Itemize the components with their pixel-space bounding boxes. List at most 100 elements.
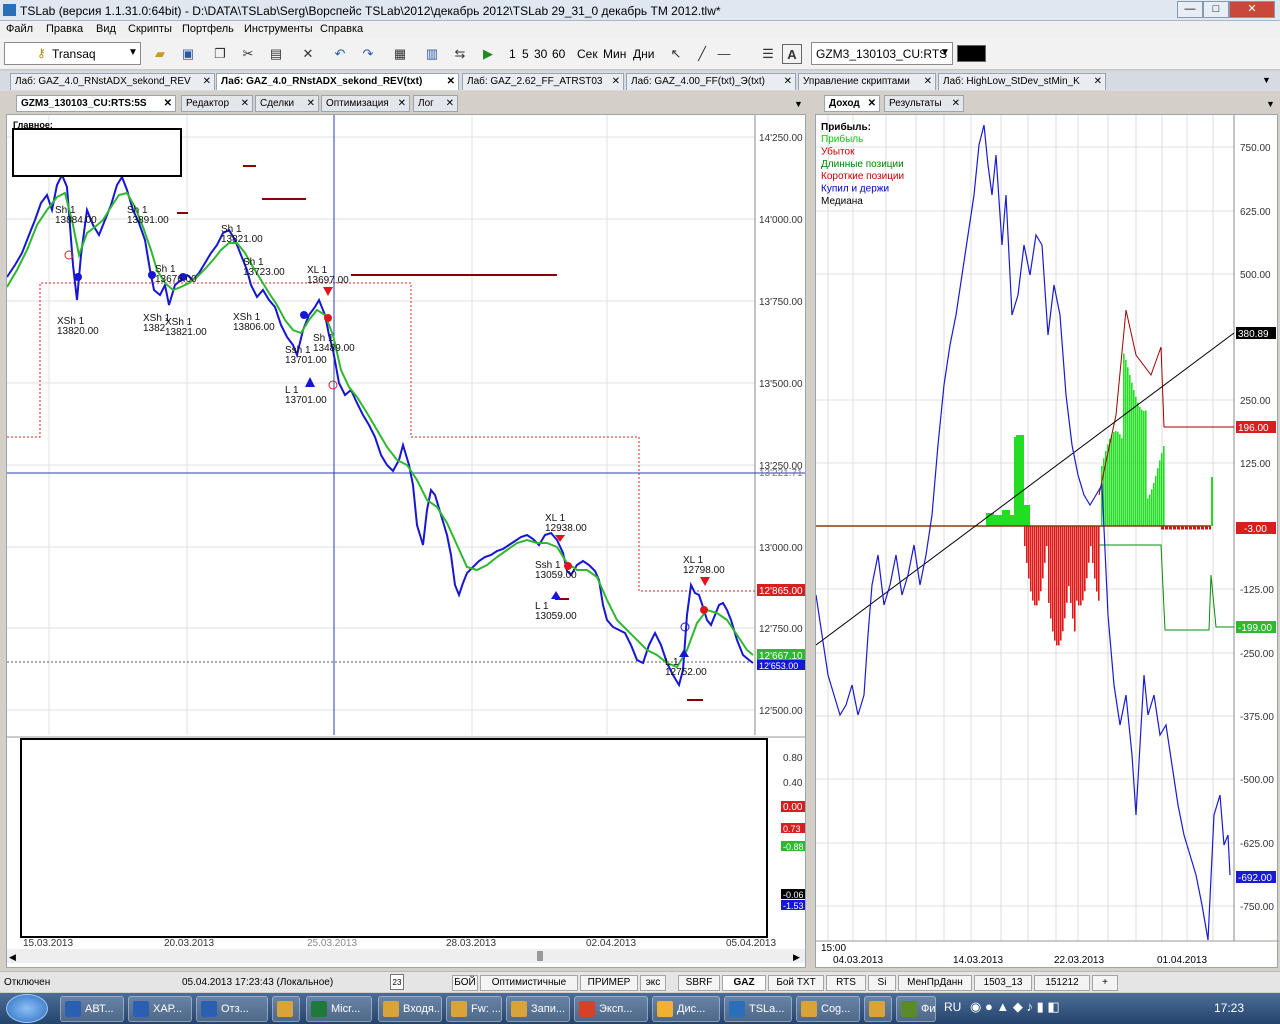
hline-tool-icon[interactable]: — (714, 44, 734, 64)
close-icon[interactable]: ✕ (868, 98, 876, 109)
interval-60[interactable]: 60 (552, 47, 565, 61)
taskbar-item[interactable] (272, 996, 300, 1022)
redo-icon[interactable]: ↷ (358, 44, 378, 64)
close-icon[interactable]: ✕ (612, 76, 620, 87)
close-icon[interactable]: ✕ (203, 76, 211, 87)
chart-icon[interactable]: ▥ (422, 44, 442, 64)
play-icon[interactable]: ▶ (478, 44, 498, 64)
instrument-select[interactable]: GZM3_130103_CU:RTS ▼ (811, 42, 953, 65)
interval-5[interactable]: 5 (522, 47, 529, 61)
taskbar-item[interactable]: Эксп... (574, 996, 648, 1022)
tab-income[interactable]: Доход ✕ (824, 95, 880, 112)
minimize-button[interactable]: — (1177, 1, 1203, 18)
taskbar-item[interactable]: Fw: ... (446, 996, 502, 1022)
price-chart-panel[interactable]: Главное: 14'250.00 14'000.00 13'750.00 13'5… (6, 114, 806, 968)
doc-tab-5[interactable]: Управление скриптами ✕ (798, 73, 936, 90)
sheet-tab[interactable]: GAZ (722, 975, 766, 991)
language-indicator[interactable]: RU (944, 1000, 961, 1014)
sheet-tab[interactable]: экс (640, 975, 666, 991)
sheet-tab[interactable]: 1503_13 (974, 975, 1032, 991)
sheet-tab[interactable]: ПРИМЕР (580, 975, 638, 991)
tab-optimization[interactable]: Оптимизация ✕ (321, 95, 410, 112)
sheet-tab[interactable]: + (1092, 975, 1118, 991)
calculator-icon[interactable]: ▦ (390, 44, 410, 64)
doc-tab-6[interactable]: Лаб: HighLow_StDev_stMin_K ✕ (938, 73, 1106, 90)
interval-30[interactable]: 30 (534, 47, 547, 61)
sheet-tab[interactable]: 151212 (1034, 975, 1090, 991)
copy-icon[interactable]: ❐ (210, 44, 230, 64)
list-icon[interactable]: ☰ (758, 44, 778, 64)
tab-log[interactable]: Лог ✕ (413, 95, 458, 112)
close-icon[interactable]: ✕ (241, 98, 249, 109)
price-chart[interactable]: Главное: 14'250.0014'000.0013'750.0013'5… (6, 115, 807, 969)
sheet-tab[interactable]: Оптимистичные (480, 975, 578, 991)
save-icon[interactable]: ▣ (178, 44, 198, 64)
doc-tab-3[interactable]: Лаб: GAZ_2.62_FF_ATRST03 ✕ (462, 73, 624, 90)
close-icon[interactable]: ✕ (1094, 76, 1102, 87)
taskbar-item[interactable]: Отз... (196, 996, 268, 1022)
delete-icon[interactable]: ✕ (298, 44, 318, 64)
close-button[interactable]: ✕ (1229, 1, 1275, 18)
taskbar-item[interactable] (864, 996, 892, 1022)
menu-portfolio[interactable]: Портфель (182, 23, 234, 35)
horizontal-scrollbar[interactable] (7, 949, 805, 963)
sheet-tab[interactable]: Бой TXT (768, 975, 824, 991)
taskbar-item[interactable]: Запи... (506, 996, 570, 1022)
cursor-icon[interactable]: ↖ (666, 44, 686, 64)
scroll-left-icon[interactable]: ◀ (9, 952, 16, 962)
calendar-icon[interactable]: 23 (390, 974, 404, 990)
taskbar-item[interactable]: Входя... (378, 996, 442, 1022)
tab-trades[interactable]: Сделки ✕ (255, 95, 319, 112)
close-icon[interactable]: ✕ (307, 98, 315, 109)
sheet-tab[interactable]: Si (868, 975, 896, 991)
sheet-tab[interactable]: RTS (826, 975, 866, 991)
color-swatch[interactable] (957, 45, 986, 62)
menu-help[interactable]: Справка (320, 23, 363, 35)
tab-editor[interactable]: Редактор ✕ (181, 95, 253, 112)
menu-tools[interactable]: Инструменты (244, 23, 313, 35)
tray-icons[interactable]: ◉ ● ▲ ◆ ♪ ▮ ◧ (970, 999, 1060, 1015)
start-button[interactable] (6, 994, 48, 1023)
open-folder-icon[interactable]: ▰ (150, 44, 170, 64)
menu-edit[interactable]: Правка (46, 23, 83, 35)
doc-tab-2[interactable]: Лаб: GAZ_4.0_RNstADX_sekond_REV(txt) ✕ (216, 73, 459, 90)
text-tool-icon[interactable]: A (782, 44, 802, 64)
taskbar-item[interactable]: TSLa... (724, 996, 792, 1022)
line-tool-icon[interactable]: ╱ (692, 44, 712, 64)
taskbar-item[interactable]: Micr... (306, 996, 372, 1022)
menu-view[interactable]: Вид (96, 23, 116, 35)
maximize-button[interactable]: □ (1203, 1, 1229, 18)
close-icon[interactable]: ✕ (164, 98, 172, 109)
left-dropdown-icon[interactable]: ▼ (794, 99, 803, 109)
undo-icon[interactable]: ↶ (330, 44, 350, 64)
taskbar-item[interactable]: Cog... (796, 996, 860, 1022)
taskbar-item[interactable]: Дис... (652, 996, 720, 1022)
profit-chart-panel[interactable]: Прибыль: Прибыль Убыток Длинные позиции Кор… (815, 114, 1279, 969)
scroll-right-icon[interactable]: ▶ (793, 952, 800, 962)
unit-minutes[interactable]: Мин (603, 47, 626, 61)
unit-days[interactable]: Дни (633, 47, 654, 61)
provider-select[interactable]: ⚷ Transaq ▼ (4, 42, 141, 65)
cut-icon[interactable]: ✂ (238, 44, 258, 64)
taskbar-item[interactable]: Фин... (896, 996, 936, 1022)
close-icon[interactable]: ✕ (447, 76, 455, 87)
sheet-tab[interactable]: SBRF (678, 975, 720, 991)
close-icon[interactable]: ✕ (952, 98, 960, 109)
close-icon[interactable]: ✕ (784, 76, 792, 87)
close-icon[interactable]: ✕ (446, 98, 454, 109)
paste-icon[interactable]: ▤ (266, 44, 286, 64)
close-icon[interactable]: ✕ (924, 76, 932, 87)
unit-seconds[interactable]: Сек (577, 47, 598, 61)
doc-tab-4[interactable]: Лаб: GAZ_4.00_FF(txt)_Э(txt) ✕ (626, 73, 796, 90)
tabs-dropdown-icon[interactable]: ▼ (1262, 75, 1271, 85)
interval-1[interactable]: 1 (509, 47, 516, 61)
scrollbar-thumb[interactable] (537, 951, 543, 961)
tab-chart[interactable]: GZM3_130103_CU:RTS:5S ✕ (16, 95, 176, 112)
sheet-tab[interactable]: БОЙ (452, 975, 478, 991)
taskbar-item[interactable]: ХАР... (128, 996, 192, 1022)
close-icon[interactable]: ✕ (398, 98, 406, 109)
doc-tab-1[interactable]: Лаб: GAZ_4.0_RNstADX_sekond_REV ✕ (10, 73, 215, 90)
profit-chart[interactable]: Прибыль: ПрибыльУбыток Длинные позицииКор… (815, 115, 1279, 969)
sheet-tab[interactable]: МенПрДанн (898, 975, 972, 991)
export-icon[interactable]: ⇆ (450, 44, 470, 64)
